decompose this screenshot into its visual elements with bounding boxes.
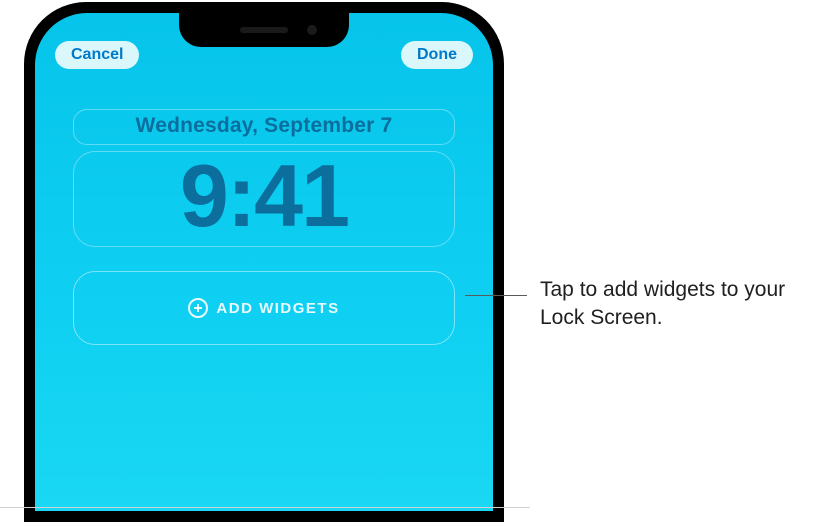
speaker-grille	[240, 27, 288, 33]
add-widgets-label: ADD WIDGETS	[216, 300, 339, 317]
done-button[interactable]: Done	[401, 41, 473, 69]
clock-widget[interactable]: 9:41	[73, 151, 455, 247]
callout-text: Tap to add widgets to your Lock Screen.	[540, 276, 810, 333]
editor-topbar: Cancel Done	[35, 41, 493, 69]
iphone-frame: Cancel Done Wednesday, September 7 9:41 …	[24, 2, 504, 522]
lock-screen-editor: Cancel Done Wednesday, September 7 9:41 …	[35, 13, 493, 511]
plus-circle-icon	[188, 298, 208, 318]
callout-leader-line	[465, 295, 527, 296]
date-widget[interactable]: Wednesday, September 7	[73, 109, 455, 145]
front-camera	[307, 25, 317, 35]
add-widgets-button[interactable]: ADD WIDGETS	[73, 271, 455, 345]
cancel-button[interactable]: Cancel	[55, 41, 139, 69]
image-crop-line	[0, 507, 530, 508]
